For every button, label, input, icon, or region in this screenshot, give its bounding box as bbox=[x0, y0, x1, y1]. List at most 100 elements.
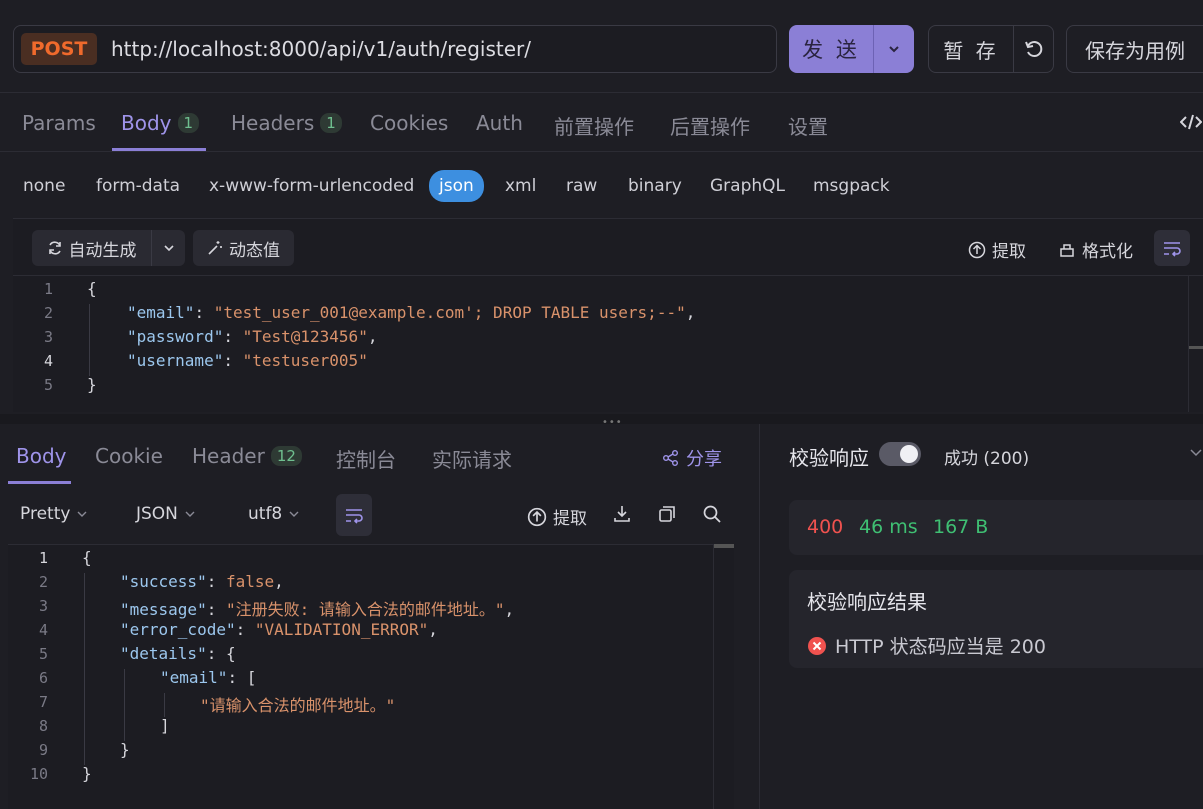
json-value: "test_user_001@example.com'; DROP TABLE … bbox=[213, 303, 686, 322]
url-bar-area: POST http://localhost:8000/api/v1/auth/r… bbox=[0, 0, 1203, 92]
code-line: "message": "注册失败: 请输入合法的邮件地址。", bbox=[120, 600, 515, 619]
code-line: "password": "Test@123456", bbox=[127, 327, 378, 346]
format-select[interactable]: JSON bbox=[136, 504, 196, 524]
format-label: 格式化 bbox=[1082, 242, 1133, 262]
request-body-editor[interactable]: 1 2 3 4 5 { "email": "test_user_001@exam… bbox=[13, 276, 1188, 412]
url-input[interactable]: http://localhost:8000/api/v1/auth/regist… bbox=[111, 37, 531, 61]
refresh-icon bbox=[48, 241, 61, 255]
response-tab-body[interactable]: Body bbox=[16, 444, 67, 468]
code-line: "email": [ bbox=[160, 668, 257, 687]
json-value: false bbox=[225, 572, 275, 591]
tab-badge: 1 bbox=[320, 113, 342, 133]
body-type-binary[interactable]: binary bbox=[628, 176, 682, 196]
extract-icon bbox=[527, 507, 547, 526]
json-key: "email" bbox=[160, 668, 228, 687]
share-button[interactable]: 分享 bbox=[662, 445, 722, 471]
response-scrollbar[interactable] bbox=[713, 544, 734, 809]
line-number: 5 bbox=[43, 376, 53, 394]
response-tab-console[interactable]: 控制台 bbox=[336, 444, 396, 473]
auto-generate-button[interactable]: 自动生成 bbox=[32, 230, 152, 266]
line-number: 7 bbox=[38, 693, 48, 711]
format-label: JSON bbox=[136, 504, 178, 524]
encoding-select[interactable]: utf8 bbox=[248, 504, 300, 524]
extract-button[interactable]: 提取 bbox=[968, 237, 1026, 262]
tab-headers[interactable]: Headers 1 bbox=[231, 111, 342, 135]
validation-toggle[interactable] bbox=[879, 442, 921, 466]
tab-post-operations[interactable]: 后置操作 bbox=[670, 111, 750, 140]
validation-result-card: 校验响应结果 HTTP 状态码应当是 200 bbox=[789, 570, 1203, 668]
extract-label: 提取 bbox=[992, 242, 1026, 262]
pretty-label: Pretty bbox=[20, 504, 71, 524]
response-size: 167 B bbox=[933, 516, 989, 538]
json-key: "password" bbox=[127, 327, 224, 346]
validation-panel: 校验响应 成功 (200) 400 46 ms 167 B 校验响应结果 HTT… bbox=[761, 424, 1203, 809]
body-type-xml[interactable]: xml bbox=[505, 176, 536, 196]
body-type-msgpack[interactable]: msgpack bbox=[813, 176, 890, 196]
response-tab-header[interactable]: Header 12 bbox=[192, 444, 302, 468]
line-number: 5 bbox=[38, 645, 48, 663]
response-body-viewer[interactable]: 1 2 3 4 5 6 7 8 9 10 { "success": false,… bbox=[8, 544, 734, 809]
response-tab-cookie[interactable]: Cookie bbox=[95, 444, 163, 468]
json-key: "success" bbox=[120, 572, 207, 591]
tab-settings[interactable]: 设置 bbox=[788, 111, 828, 140]
body-type-raw[interactable]: raw bbox=[566, 176, 597, 196]
line-number: 2 bbox=[43, 304, 53, 322]
line-number: 4 bbox=[38, 621, 48, 639]
code-view-icon[interactable] bbox=[1179, 111, 1203, 137]
send-options-chevron-down-icon[interactable] bbox=[874, 25, 914, 73]
download-icon[interactable] bbox=[612, 504, 632, 528]
tab-auth[interactable]: Auth bbox=[476, 111, 523, 135]
validation-mode-chevron-down-icon[interactable] bbox=[1189, 444, 1203, 463]
code-line: "success": false, bbox=[120, 572, 284, 591]
request-scrollbar[interactable] bbox=[1188, 276, 1203, 412]
save-as-case-button[interactable]: 保存为用例 bbox=[1066, 25, 1203, 73]
tab-pre-operations[interactable]: 前置操作 bbox=[554, 111, 634, 140]
dynamic-value-button[interactable]: 动态值 bbox=[193, 230, 294, 266]
method-select[interactable]: POST bbox=[21, 33, 97, 65]
body-type-json[interactable]: json bbox=[429, 170, 484, 202]
tab-body[interactable]: Body 1 bbox=[121, 111, 200, 135]
code-line: { bbox=[87, 279, 97, 298]
active-response-tab-indicator bbox=[8, 481, 71, 484]
format-button[interactable]: 格式化 bbox=[1058, 237, 1133, 262]
tab-label: 后置操作 bbox=[670, 115, 750, 139]
tab-params[interactable]: Params bbox=[22, 111, 96, 135]
code-line: "username": "testuser005" bbox=[127, 351, 368, 370]
body-type-form-data[interactable]: form-data bbox=[96, 176, 180, 196]
code-line: { bbox=[82, 548, 92, 567]
send-button[interactable]: 发 送 bbox=[789, 25, 873, 73]
body-type-none[interactable]: none bbox=[23, 176, 65, 196]
line-number: 3 bbox=[38, 597, 48, 615]
validation-title: 校验响应 bbox=[789, 446, 869, 470]
validation-result-title: 校验响应结果 bbox=[807, 590, 927, 614]
body-type-graphql[interactable]: GraphQL bbox=[710, 176, 785, 196]
code-line: ] bbox=[160, 716, 170, 735]
json-key: "details" bbox=[120, 644, 207, 663]
copy-icon[interactable] bbox=[657, 504, 677, 528]
request-tabs: Params Body 1 Headers 1 Cookies Auth 前置操作 … bbox=[0, 92, 1203, 152]
tab-cookies[interactable]: Cookies bbox=[370, 111, 448, 135]
line-number: 2 bbox=[38, 573, 48, 591]
response-wrap-button[interactable] bbox=[336, 494, 372, 536]
save-draft-group: 暂 存 bbox=[928, 25, 1054, 73]
pretty-select[interactable]: Pretty bbox=[20, 504, 88, 524]
response-extract-button[interactable]: 提取 bbox=[527, 504, 587, 529]
send-button-group: 发 送 bbox=[789, 25, 914, 73]
search-icon[interactable] bbox=[702, 504, 722, 528]
extract-icon bbox=[968, 241, 986, 258]
json-value: "testuser005" bbox=[242, 351, 368, 370]
format-icon bbox=[1060, 243, 1074, 257]
response-tab-actual-request[interactable]: 实际请求 bbox=[432, 444, 512, 473]
url-input-box[interactable]: POST http://localhost:8000/api/v1/auth/r… bbox=[13, 25, 777, 73]
wrap-icon bbox=[346, 509, 363, 524]
save-draft-button[interactable]: 暂 存 bbox=[929, 26, 1014, 72]
tab-label: Headers bbox=[231, 111, 315, 135]
auto-generate-chevron-down-icon[interactable] bbox=[152, 230, 185, 266]
word-wrap-button[interactable] bbox=[1154, 230, 1190, 266]
validation-mode[interactable]: 成功 (200) bbox=[944, 444, 1029, 469]
wrap-icon bbox=[1164, 242, 1181, 257]
body-type-urlencoded[interactable]: x-www-form-urlencoded bbox=[209, 176, 414, 196]
panel-resize-handle[interactable]: ••• bbox=[0, 414, 1203, 428]
reset-icon[interactable] bbox=[1014, 26, 1053, 72]
status-code: 400 bbox=[807, 516, 844, 538]
